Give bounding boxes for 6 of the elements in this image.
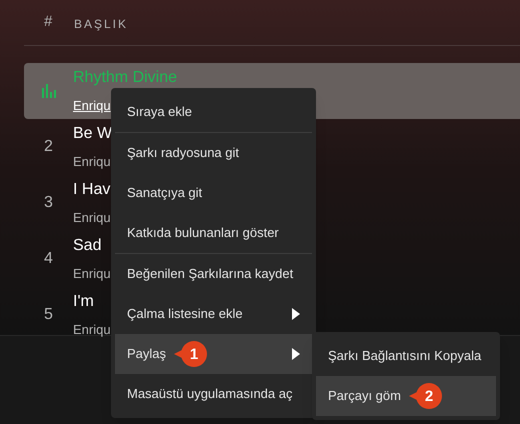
track-number: 5 [44,305,53,325]
track-number: 3 [44,193,53,213]
title-header: BAŞLIK [74,16,128,33]
track-number: 4 [44,249,53,269]
number-header: # [43,12,54,32]
track-number: 2 [44,137,53,157]
